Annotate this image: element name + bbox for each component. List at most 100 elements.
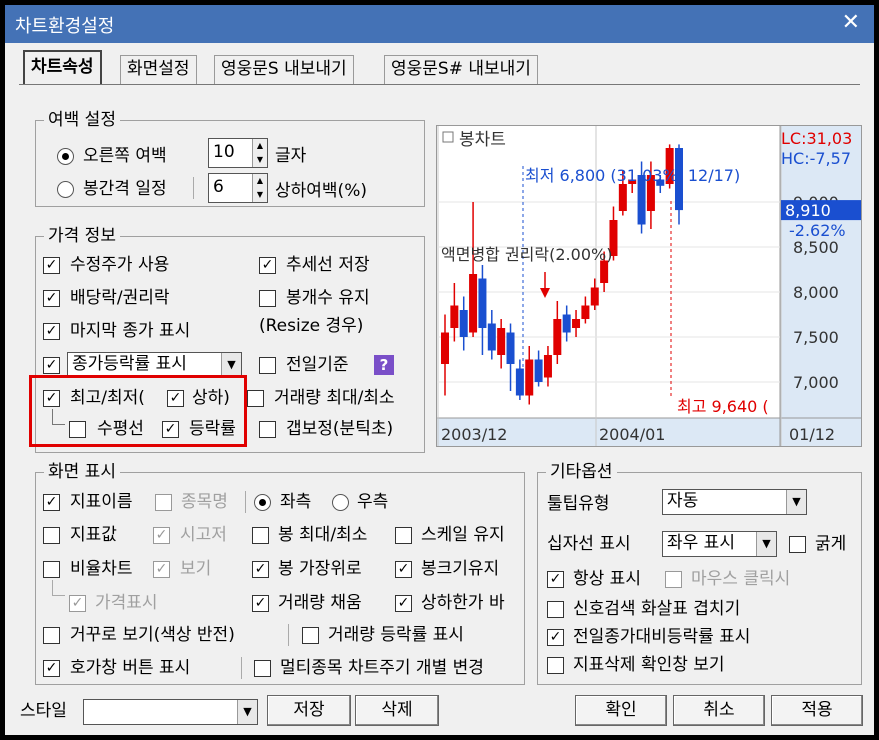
- chevron-down-icon[interactable]: ▼: [221, 353, 241, 377]
- up-down-label: 상하): [192, 388, 230, 408]
- prev-day-basis-label: 전일기준: [286, 355, 349, 375]
- right-label: 우측: [357, 492, 389, 512]
- ratio-chart-checkbox[interactable]: [43, 561, 60, 578]
- volume-change-rate-checkbox[interactable]: [302, 627, 319, 644]
- date-tick-label: 2004/01: [599, 425, 665, 444]
- indicator-value-label: 지표값: [70, 525, 117, 545]
- ok-button[interactable]: 확인: [575, 695, 667, 726]
- candle-body: [553, 319, 562, 355]
- signal-overlap-checkbox[interactable]: [547, 601, 564, 618]
- candle-body: [590, 287, 599, 306]
- limit-bar-checkbox[interactable]: ✓: [395, 595, 412, 612]
- window-title: 차트환경설정: [15, 16, 115, 37]
- candle-body: [562, 314, 571, 333]
- divider: [245, 491, 246, 513]
- crosshair-combo[interactable]: 좌우 표시 ▼: [662, 531, 777, 557]
- save-button[interactable]: 저장: [267, 695, 351, 726]
- prev-close-rate-checkbox[interactable]: ✓: [547, 629, 564, 646]
- change-rate-checkbox[interactable]: ✓: [162, 421, 179, 438]
- up-down-checkbox[interactable]: ✓: [167, 390, 184, 407]
- horizontal-line-checkbox[interactable]: [69, 421, 86, 438]
- spin-down-icon[interactable]: ▼: [252, 188, 267, 202]
- keep-count-checkbox[interactable]: [259, 290, 276, 307]
- tooltip-type-combo[interactable]: 자동 ▼: [662, 489, 807, 515]
- last-close-checkbox[interactable]: ✓: [43, 323, 60, 340]
- scale-keep-checkbox[interactable]: [395, 527, 412, 544]
- date-tick-label: 2003/12: [441, 425, 507, 444]
- candle-body: [487, 323, 496, 351]
- current-change-label: -2.62%: [789, 221, 846, 240]
- volume-fill-checkbox[interactable]: ✓: [252, 595, 269, 612]
- tooltip-type-label: 툴팁유형: [547, 494, 610, 514]
- spin-down-icon[interactable]: ▼: [252, 153, 267, 167]
- left-radio[interactable]: [254, 494, 271, 511]
- low-annotation: 최저 6,800 (31.03%, 12/17): [525, 166, 740, 185]
- tab-export-s[interactable]: 영웅문S 내보내기: [214, 55, 354, 84]
- candle-top-checkbox[interactable]: ✓: [252, 561, 269, 578]
- tree-connector: [52, 409, 65, 425]
- candle-body: [506, 332, 515, 364]
- mouse-click-checkbox[interactable]: [665, 571, 682, 588]
- price-info-group-title: 가격 정보: [48, 226, 116, 246]
- tab-panel-border: [19, 84, 860, 85]
- right-margin-spinner[interactable]: 10 ▲ ▼: [208, 138, 268, 168]
- indicator-name-checkbox[interactable]: ✓: [43, 494, 60, 511]
- crosshair-value: 좌우 표시: [667, 533, 735, 553]
- price-display-checkbox[interactable]: ✓: [69, 595, 86, 612]
- top-bottom-margin-spinner[interactable]: 6 ▲ ▼: [208, 173, 268, 203]
- ratio-view-checkbox[interactable]: ✓: [153, 561, 170, 578]
- volume-max-min-checkbox[interactable]: [247, 390, 264, 407]
- chevron-down-icon[interactable]: ▼: [756, 532, 776, 556]
- tab-screen-settings[interactable]: 화면설정: [120, 55, 197, 84]
- delete-confirm-checkbox[interactable]: [547, 657, 564, 674]
- ohlc-checkbox[interactable]: ✓: [153, 527, 170, 544]
- indicator-value-checkbox[interactable]: [43, 527, 60, 544]
- help-icon[interactable]: ?: [374, 355, 394, 375]
- close-icon[interactable]: ✕: [842, 9, 860, 37]
- gap-adjust-label: 갭보정(분틱초): [286, 419, 394, 439]
- chevron-down-icon[interactable]: ▼: [237, 700, 257, 724]
- candle-spacing-radio[interactable]: [57, 181, 74, 198]
- divider: [288, 624, 289, 646]
- tab-chart-properties[interactable]: 차트속성: [23, 50, 102, 84]
- stock-name-checkbox[interactable]: [155, 494, 172, 511]
- margin-group-title: 여백 설정: [48, 110, 116, 130]
- prev-close-rate-label: 전일종가대비등락률 표시: [573, 627, 751, 647]
- bold-checkbox[interactable]: [789, 536, 806, 553]
- gap-adjust-checkbox[interactable]: [259, 421, 276, 438]
- style-label: 스타일: [20, 701, 67, 721]
- reverse-view-checkbox[interactable]: [43, 627, 60, 644]
- tooltip-type-value: 자동: [667, 491, 699, 511]
- candle-max-min-checkbox[interactable]: [252, 527, 269, 544]
- candle-spacing-label: 봉간격 일정: [83, 179, 167, 199]
- cancel-button[interactable]: 취소: [673, 695, 765, 726]
- apply-button[interactable]: 적용: [771, 695, 863, 726]
- merge-arrow-icon: [540, 288, 550, 298]
- right-radio[interactable]: [332, 494, 349, 511]
- candle-size-keep-checkbox[interactable]: ✓: [395, 561, 412, 578]
- quote-button-checkbox[interactable]: ✓: [43, 660, 60, 677]
- last-close-label: 마지막 종가 표시: [70, 321, 191, 341]
- horizontal-line-label: 수평선: [97, 419, 144, 439]
- style-combo[interactable]: ▼: [83, 699, 258, 725]
- dividend-checkbox[interactable]: ✓: [43, 290, 60, 307]
- chevron-down-icon[interactable]: ▼: [786, 490, 806, 514]
- prev-day-basis-checkbox[interactable]: [259, 357, 276, 374]
- spin-up-icon[interactable]: ▲: [252, 174, 267, 188]
- bold-label: 굵게: [815, 534, 847, 554]
- spin-up-icon[interactable]: ▲: [252, 139, 267, 153]
- right-margin-radio[interactable]: [57, 148, 74, 165]
- always-show-checkbox[interactable]: ✓: [547, 571, 564, 588]
- top-bottom-margin-unit: 상하여백(%): [275, 181, 367, 201]
- trend-save-checkbox[interactable]: ✓: [259, 257, 276, 274]
- price-tick-label: 7,000: [793, 373, 839, 392]
- change-rate-display-checkbox[interactable]: ✓: [43, 357, 60, 374]
- crosshair-label: 십자선 표시: [547, 534, 631, 554]
- tab-export-s-sharp[interactable]: 영웅문S# 내보내기: [384, 55, 538, 84]
- multi-cycle-checkbox[interactable]: [254, 660, 271, 677]
- delete-button[interactable]: 삭제: [355, 695, 439, 726]
- high-low-checkbox[interactable]: ✓: [43, 390, 60, 407]
- candle-body: [478, 278, 487, 328]
- date-tick-label: 01/12: [789, 425, 835, 444]
- adjusted-price-checkbox[interactable]: ✓: [43, 257, 60, 274]
